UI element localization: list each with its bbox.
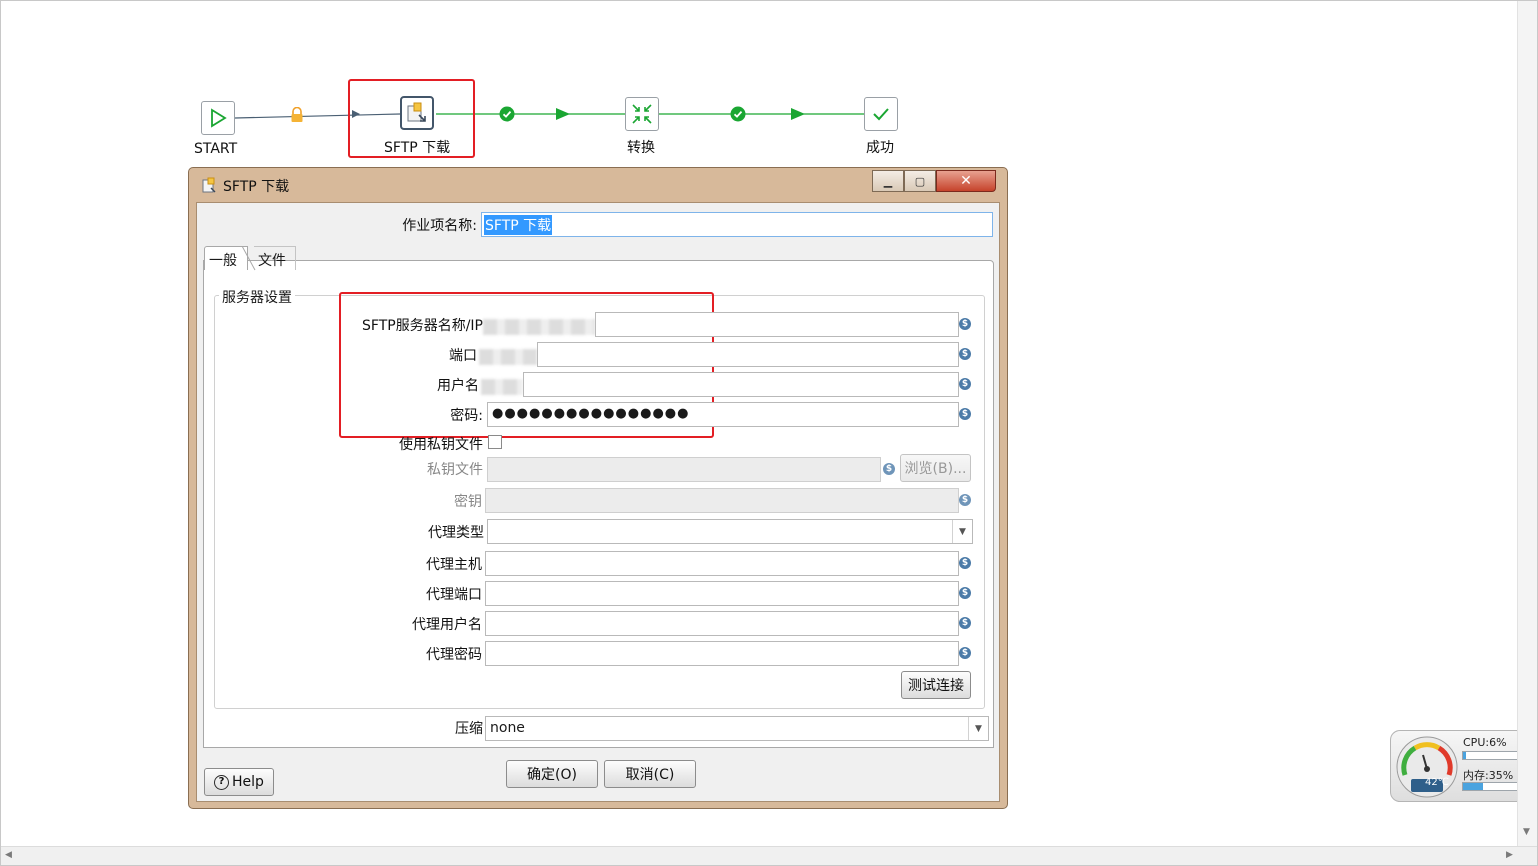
workflow-node-success[interactable] xyxy=(864,97,898,131)
key-file-input[interactable] xyxy=(487,457,881,482)
cancel-button[interactable]: 取消(C) xyxy=(604,760,696,788)
variable-icon[interactable]: $ xyxy=(959,318,971,330)
variable-icon[interactable]: $ xyxy=(959,494,971,506)
key-file-label: 私钥文件 xyxy=(427,462,483,478)
lock-icon xyxy=(290,106,304,127)
hop-arrow-sftp-transform xyxy=(556,108,570,120)
port-label: 端口 xyxy=(449,348,477,364)
proxy-password-input[interactable] xyxy=(485,641,959,666)
variable-icon[interactable]: $ xyxy=(959,348,971,360)
passphrase-label: 密钥 xyxy=(454,494,482,510)
workflow-node-label: 成功 xyxy=(866,140,894,156)
password-value: ●●●●●●●●●●●●●●●● xyxy=(492,406,690,421)
workflow-node-transform[interactable] xyxy=(625,97,659,131)
minimize-icon: ▁ xyxy=(883,174,893,188)
chevron-down-icon: ▼ xyxy=(968,717,988,740)
dialog-titlebar[interactable]: SFTP 下载 ▁ ▢ ✕ xyxy=(189,168,1007,200)
hop-success-icon xyxy=(499,106,515,126)
use-key-checkbox[interactable] xyxy=(488,435,502,449)
memory-label: 内存:35% xyxy=(1463,769,1514,782)
vertical-scrollbar[interactable]: ▼ xyxy=(1517,1,1537,846)
proxy-port-label: 代理端口 xyxy=(426,587,482,603)
browse-button[interactable]: 浏览(B)... xyxy=(900,454,971,482)
horizontal-scrollbar[interactable]: ◀ ▶ xyxy=(1,846,1537,865)
test-connection-button[interactable]: 测试连接 xyxy=(901,671,971,699)
hop-success-icon xyxy=(730,106,746,126)
hop-arrow-transform-success xyxy=(791,108,805,120)
variable-icon[interactable]: $ xyxy=(959,378,971,390)
proxy-user-input[interactable] xyxy=(485,611,959,636)
dialog-body: 作业项名称: SFTP 下载 一般 文件 服务器设置 SFTP服务器名称/IP … xyxy=(196,202,1000,802)
redacted-value xyxy=(483,319,595,335)
proxy-user-label: 代理用户名 xyxy=(412,617,482,633)
maximize-icon: ▢ xyxy=(914,174,926,188)
proxy-type-select[interactable]: ▼ xyxy=(487,519,973,544)
cpu-label: CPU:6% xyxy=(1463,736,1507,749)
play-icon xyxy=(211,108,227,128)
job-name-value: SFTP 下载 xyxy=(484,215,553,235)
proxy-type-label: 代理类型 xyxy=(428,525,484,541)
dialog-app-icon xyxy=(201,177,217,197)
dialog-title: SFTP 下载 xyxy=(223,179,290,195)
port-input[interactable] xyxy=(537,342,959,367)
redacted-value xyxy=(479,349,537,365)
checkmark-icon xyxy=(873,108,889,121)
compression-value: none xyxy=(490,720,525,736)
temperature-readout: 42℃ xyxy=(1425,777,1449,788)
workflow-node-sftp[interactable] xyxy=(400,96,434,130)
variable-icon[interactable]: $ xyxy=(959,408,971,420)
minimize-button[interactable]: ▁ xyxy=(872,170,904,192)
server-label: SFTP服务器名称/IP xyxy=(362,318,483,334)
close-button[interactable]: ✕ xyxy=(936,170,996,192)
sftp-download-icon xyxy=(407,102,426,122)
server-input[interactable] xyxy=(595,312,959,337)
compression-label: 压缩 xyxy=(455,721,483,737)
ok-button[interactable]: 确定(O) xyxy=(506,760,598,788)
variable-icon[interactable]: $ xyxy=(959,557,971,569)
cpu-bar xyxy=(1462,751,1520,760)
gauge-icon xyxy=(1396,736,1458,798)
maximize-button[interactable]: ▢ xyxy=(904,170,936,192)
group-title: 服务器设置 xyxy=(219,287,295,307)
job-name-input[interactable]: SFTP 下载 xyxy=(481,212,993,237)
performance-widget[interactable]: 42℃ CPU:6% 内存:35% xyxy=(1390,730,1526,802)
workflow-node-start[interactable] xyxy=(201,101,235,135)
proxy-host-label: 代理主机 xyxy=(426,557,482,573)
compression-select[interactable]: none ▼ xyxy=(485,716,989,741)
passphrase-input[interactable] xyxy=(485,488,959,513)
scroll-right-icon[interactable]: ▶ xyxy=(1506,851,1513,860)
proxy-password-label: 代理密码 xyxy=(426,647,482,663)
workflow-node-label: START xyxy=(194,141,238,157)
workflow-canvas[interactable]: START SFTP 下载 转换 成功 xyxy=(0,0,1510,170)
username-input[interactable] xyxy=(523,372,959,397)
job-name-label: 作业项名称: xyxy=(402,218,477,234)
workflow-node-label: 转换 xyxy=(627,140,655,156)
help-icon: ? xyxy=(214,774,230,790)
sftp-dialog: SFTP 下载 ▁ ▢ ✕ 作业项名称: SFTP 下载 一般 文件 服务器设置… xyxy=(188,167,1008,809)
variable-icon[interactable]: $ xyxy=(959,587,971,599)
username-label: 用户名 xyxy=(437,378,479,394)
window-controls: ▁ ▢ ✕ xyxy=(872,170,996,192)
workflow-node-label: SFTP 下载 xyxy=(384,140,451,156)
tab-file[interactable]: 文件 xyxy=(254,246,296,270)
proxy-host-input[interactable] xyxy=(485,551,959,576)
password-input[interactable]: ●●●●●●●●●●●●●●●● xyxy=(487,402,959,427)
password-label: 密码: xyxy=(450,408,483,424)
redacted-value xyxy=(481,379,523,395)
help-button[interactable]: ? Help xyxy=(204,768,274,796)
variable-icon[interactable]: $ xyxy=(883,463,895,475)
chevron-down-icon: ▼ xyxy=(952,520,972,543)
scroll-down-icon[interactable]: ▼ xyxy=(1523,828,1530,837)
proxy-port-input[interactable] xyxy=(485,581,959,606)
use-key-label: 使用私钥文件 xyxy=(399,437,483,453)
scroll-left-icon[interactable]: ◀ xyxy=(5,851,12,860)
transform-icon xyxy=(632,104,652,124)
memory-bar-fill xyxy=(1463,783,1483,790)
variable-icon[interactable]: $ xyxy=(959,617,971,629)
variable-icon[interactable]: $ xyxy=(959,647,971,659)
cpu-bar-fill xyxy=(1463,752,1467,759)
close-icon: ✕ xyxy=(960,173,972,189)
memory-bar xyxy=(1462,782,1520,791)
